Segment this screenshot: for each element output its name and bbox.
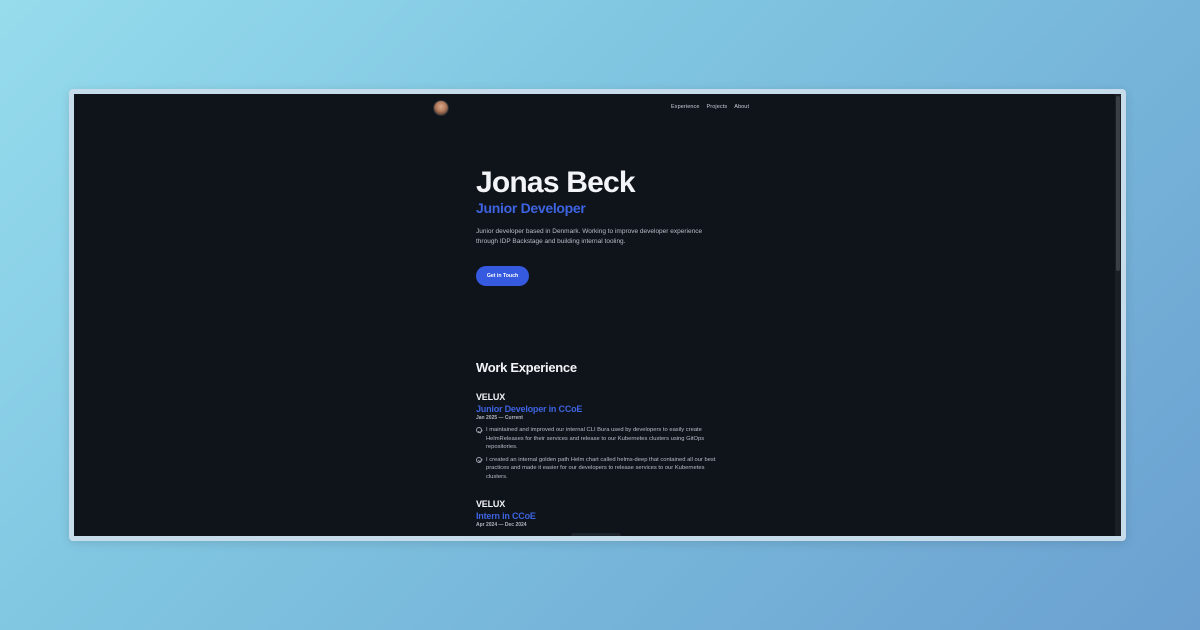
work-experience-title: Work Experience (476, 360, 577, 375)
job-title: Intern in CCoE (476, 511, 536, 521)
browser-frame: Experience Projects About Jonas Beck Jun… (69, 89, 1126, 541)
avatar[interactable] (433, 100, 449, 116)
job-entry: VELUX Intern in CCoE Apr 2024 — Dec 2024 (476, 499, 721, 528)
check-circle-icon (476, 456, 482, 463)
nav-link-about[interactable]: About (734, 104, 749, 110)
job-title: Junior Developer in CCoE (476, 404, 583, 414)
job-dates: Jan 2025 — Current (476, 415, 523, 421)
job-bullets: I maintained and improved our internal C… (476, 426, 721, 481)
hero-name: Jonas Beck (476, 166, 636, 199)
top-nav: Experience Projects About (671, 104, 749, 110)
scrollbar-thumb[interactable] (1116, 96, 1120, 271)
nav-link-experience[interactable]: Experience (671, 104, 700, 110)
job-bullet-text: I maintained and improved our internal C… (486, 427, 705, 450)
job-dates: Apr 2024 — Dec 2024 (476, 522, 527, 528)
job-company: VELUX (476, 499, 506, 509)
job-company: VELUX (476, 392, 506, 402)
hero-role: Junior Developer (476, 200, 586, 216)
nav-link-projects[interactable]: Projects (707, 104, 728, 110)
get-in-touch-button[interactable]: Get in Touch (476, 266, 529, 286)
page-viewport: Experience Projects About Jonas Beck Jun… (74, 94, 1121, 536)
job-bullet-text: I created an internal golden path Helm c… (486, 456, 716, 480)
job-entry: VELUX Junior Developer in CCoE Jan 2025 … (476, 392, 721, 485)
check-circle-icon (476, 427, 482, 433)
floating-toolbar[interactable] (571, 533, 621, 536)
job-bullet: I maintained and improved our internal C… (476, 426, 721, 452)
scrollbar[interactable] (1115, 94, 1121, 536)
hero-bio: Junior developer based in Denmark. Worki… (476, 228, 703, 245)
job-bullet: I created an internal golden path Helm c… (476, 456, 721, 482)
